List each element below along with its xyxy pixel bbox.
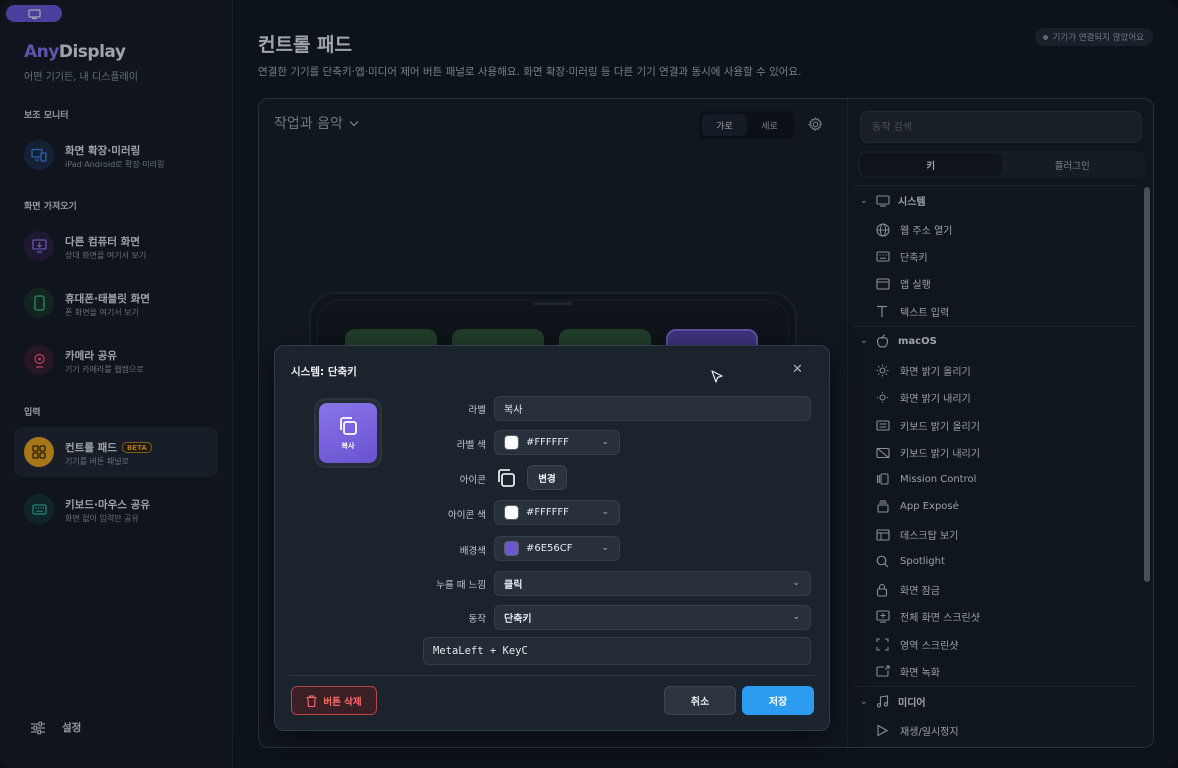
dialog-divider xyxy=(289,675,815,676)
button-preview-label: 복사 xyxy=(341,442,355,450)
icon-color-select[interactable]: #FFFFFF ⌄ xyxy=(494,500,620,525)
copy-icon xyxy=(498,469,515,487)
icon-color-value: #FFFFFF xyxy=(526,507,569,518)
action-select[interactable]: 단축키 ⌄ xyxy=(494,605,811,630)
bg-color-select[interactable]: #6E56CF ⌄ xyxy=(494,536,620,561)
mouse-pointer-icon xyxy=(711,370,723,383)
close-icon[interactable]: ✕ xyxy=(792,362,803,377)
feedback-select[interactable]: 클릭 ⌄ xyxy=(494,571,811,596)
cancel-button[interactable]: 취소 xyxy=(664,686,736,715)
delete-button-label: 버튼 삭제 xyxy=(323,696,362,708)
trash-icon xyxy=(306,694,317,707)
button-preview: 복사 xyxy=(314,398,382,468)
chevron-down-icon: ⌄ xyxy=(601,543,609,553)
app-window: AnyDisplay 어떤 기기든, 내 디스플레이 보조 모니터 화면 확장·… xyxy=(0,0,1178,768)
icon-color-field-label: 아이콘 색 xyxy=(448,510,486,521)
label-input-value: 복사 xyxy=(504,405,523,416)
icon-field-label: 아이콘 xyxy=(459,475,486,486)
delete-button[interactable]: 버튼 삭제 xyxy=(291,686,377,715)
color-swatch xyxy=(504,541,519,556)
feedback-field-label: 누를 때 느낌 xyxy=(436,580,486,591)
chevron-down-icon: ⌄ xyxy=(601,507,609,517)
feedback-value: 클릭 xyxy=(504,580,523,591)
shortcut-recorder-input[interactable]: MetaLeft + KeyC xyxy=(423,637,811,665)
chevron-down-icon: ⌄ xyxy=(792,612,800,622)
bg-color-value: #6E56CF xyxy=(526,543,573,554)
save-button[interactable]: 저장 xyxy=(742,686,814,715)
shortcut-value: MetaLeft + KeyC xyxy=(433,645,528,657)
bg-color-field-label: 배경색 xyxy=(459,546,486,557)
label-color-field-label: 라벨 색 xyxy=(456,440,486,451)
action-field-label: 동작 xyxy=(468,614,486,625)
button-preview-face: 복사 xyxy=(319,403,377,463)
color-swatch xyxy=(504,505,519,520)
action-value: 단축키 xyxy=(504,614,532,625)
label-input[interactable]: 복사 xyxy=(494,396,811,421)
color-swatch xyxy=(504,435,519,450)
chevron-down-icon: ⌄ xyxy=(601,437,609,447)
label-color-select[interactable]: #FFFFFF ⌄ xyxy=(494,430,620,455)
copy-icon xyxy=(340,417,357,435)
dialog-title: 시스템: 단축키 xyxy=(291,366,357,378)
change-icon-button[interactable]: 변경 xyxy=(527,465,567,490)
edit-button-dialog: 시스템: 단축키 ✕ 복사 라벨 복사 라벨 색 #FFFFFF ⌄ 아이콘 변경… xyxy=(274,345,830,731)
chevron-down-icon: ⌄ xyxy=(792,578,800,588)
label-color-value: #FFFFFF xyxy=(526,437,569,448)
label-field-label: 라벨 xyxy=(468,405,486,416)
